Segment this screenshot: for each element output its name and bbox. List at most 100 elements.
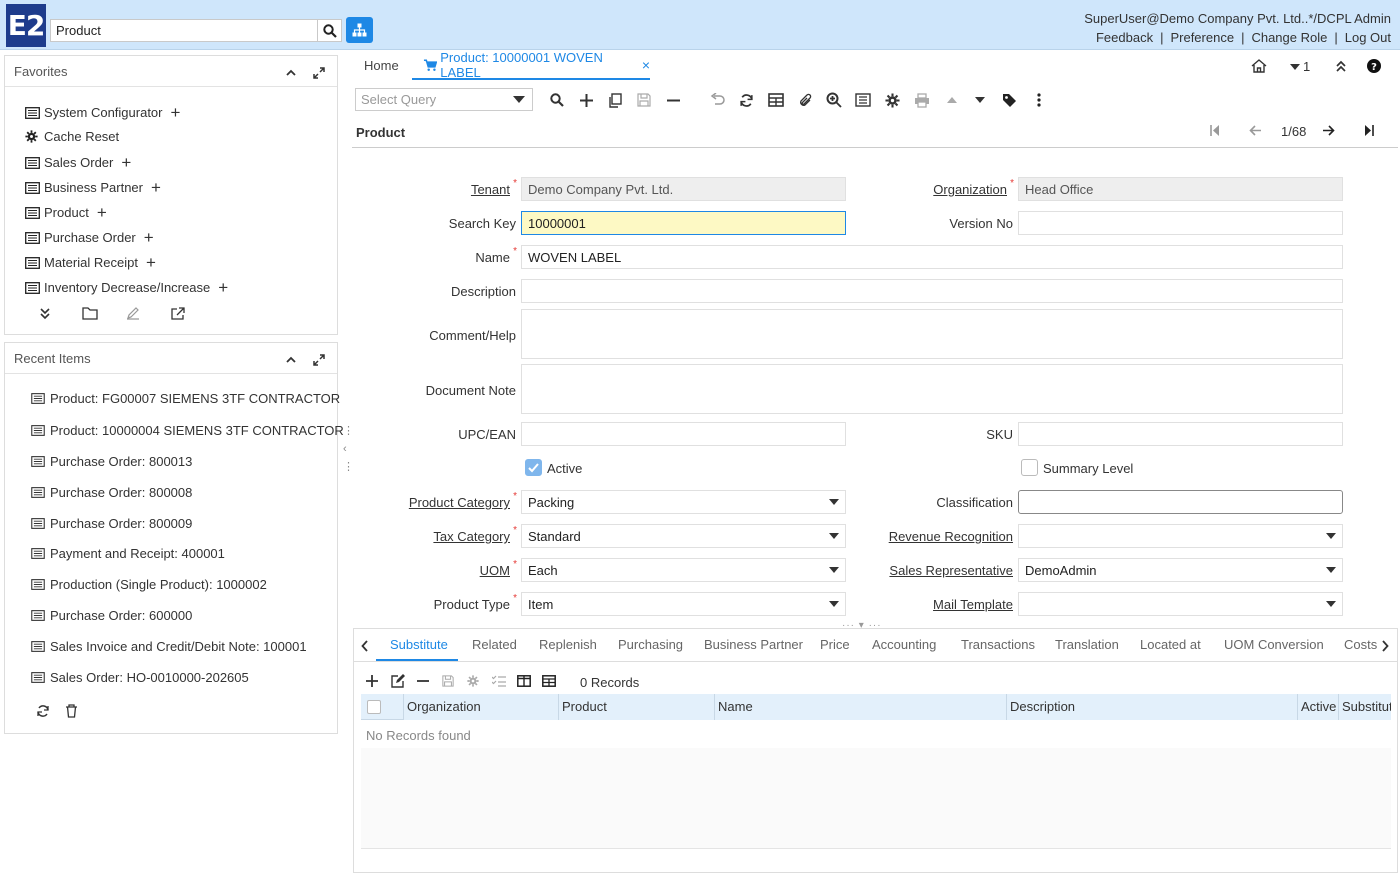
first-record-button[interactable] <box>1210 125 1220 136</box>
edit-favorites-button[interactable] <box>126 306 140 320</box>
add-favorite-plus-icon[interactable]: + <box>218 279 228 296</box>
more-actions-button[interactable] <box>1029 90 1049 110</box>
recent-item[interactable]: Product: 10000004 SIEMENS 3TF CONTRACTOR <box>31 423 344 438</box>
attachment-button[interactable] <box>795 90 815 110</box>
detail-layout-button[interactable] <box>517 675 531 687</box>
favorite-item[interactable]: Business Partner + <box>25 179 161 196</box>
process-button[interactable] <box>882 90 902 110</box>
feedback-link[interactable]: Feedback <box>1096 30 1153 45</box>
column-header[interactable]: Substitut <box>1339 694 1391 720</box>
recent-item[interactable]: Purchase Order: 600000 <box>31 608 192 623</box>
logout-link[interactable]: Log Out <box>1345 30 1391 45</box>
tab-product-window[interactable]: Product: 10000001 WOVEN LABEL × <box>412 50 650 80</box>
search-key-field[interactable]: 10000001 <box>521 211 846 235</box>
resize-handle[interactable]: ··· ▾ ··· <box>842 620 882 631</box>
find-button[interactable] <box>547 90 567 110</box>
menu-tree-button[interactable] <box>346 17 373 43</box>
help-button[interactable]: ? <box>1367 59 1381 73</box>
recent-item[interactable]: Purchase Order: 800008 <box>31 485 192 500</box>
tab-home[interactable]: Home <box>364 58 399 73</box>
column-header[interactable]: Organization <box>404 694 559 720</box>
detail-record-button[interactable] <box>970 90 990 110</box>
tabs-scroll-right[interactable] <box>1381 640 1389 652</box>
global-search-input[interactable] <box>50 19 318 42</box>
column-header[interactable]: Name <box>715 694 1007 720</box>
detail-tab[interactable]: Related <box>472 637 517 652</box>
organization-field[interactable]: Head Office <box>1018 177 1343 201</box>
recent-item[interactable]: Sales Order: HO-0010000-202605 <box>31 670 249 685</box>
document-note-field[interactable] <box>521 364 1343 414</box>
product-type-select[interactable]: Item <box>521 592 846 616</box>
select-all-checkbox[interactable] <box>367 700 381 714</box>
column-header[interactable]: Product <box>559 694 715 720</box>
detail-process-button[interactable] <box>467 675 479 687</box>
query-select[interactable]: Select Query <box>355 88 533 111</box>
close-tab-icon[interactable]: × <box>642 57 650 73</box>
recent-item[interactable]: Sales Invoice and Credit/Debit Note: 100… <box>31 639 307 654</box>
add-favorite-plus-icon[interactable]: + <box>121 154 131 171</box>
classification-field[interactable] <box>1018 490 1343 514</box>
add-favorite-plus-icon[interactable]: + <box>171 104 181 121</box>
add-favorite-plus-icon[interactable]: + <box>146 254 156 271</box>
recent-item[interactable]: Payment and Receipt: 400001 <box>31 546 225 561</box>
share-favorites-button[interactable] <box>170 306 186 320</box>
detail-tab[interactable]: Business Partner <box>704 637 803 652</box>
parent-record-button[interactable] <box>942 90 962 110</box>
clear-recent-button[interactable] <box>65 704 78 718</box>
print-button[interactable] <box>912 90 932 110</box>
detail-tab[interactable]: Located at <box>1140 637 1201 652</box>
detail-tab[interactable]: Costs <box>1344 637 1377 652</box>
collapse-recent-button[interactable] <box>284 353 298 367</box>
mail-template-select[interactable] <box>1018 592 1343 616</box>
undo-button[interactable] <box>707 90 727 110</box>
add-favorite-plus-icon[interactable]: + <box>151 179 161 196</box>
refresh-recent-button[interactable] <box>36 704 50 718</box>
favorite-item[interactable]: Inventory Decrease/Increase + <box>25 279 228 296</box>
product-category-select[interactable]: Packing <box>521 490 846 514</box>
new-folder-button[interactable] <box>82 306 98 320</box>
summary-level-checkbox[interactable] <box>1021 459 1038 476</box>
notices-button[interactable]: 1 <box>1290 59 1310 74</box>
expand-all-button[interactable] <box>38 306 52 320</box>
detail-tab[interactable]: Price <box>820 637 850 652</box>
description-field[interactable] <box>521 279 1343 303</box>
favorite-item[interactable]: Product + <box>25 204 107 221</box>
refresh-button[interactable] <box>736 90 756 110</box>
version-no-field[interactable] <box>1018 211 1343 235</box>
favorite-item[interactable]: Cache Reset <box>25 129 119 144</box>
new-record-button[interactable] <box>576 90 596 110</box>
expand-recent-button[interactable] <box>312 353 326 367</box>
expand-favorites-button[interactable] <box>312 66 326 80</box>
save-button[interactable] <box>634 90 654 110</box>
recent-item[interactable]: Production (Single Product): 1000002 <box>31 577 267 592</box>
recent-item[interactable]: Product: FG00007 SIEMENS 3TF CONTRACTOR <box>31 391 340 406</box>
detail-tab[interactable]: Translation <box>1055 637 1119 652</box>
detail-select-all-button[interactable] <box>492 675 506 687</box>
previous-record-button[interactable] <box>1249 125 1261 136</box>
detail-save-button[interactable] <box>442 675 454 687</box>
add-favorite-plus-icon[interactable]: + <box>97 204 107 221</box>
favorite-item[interactable]: System Configurator + <box>25 104 180 121</box>
detail-delete-button[interactable] <box>417 680 429 682</box>
copy-record-button[interactable] <box>605 90 625 110</box>
collapse-header-button[interactable] <box>1334 59 1348 73</box>
detail-tab[interactable]: Transactions <box>961 637 1035 652</box>
detail-new-button[interactable] <box>366 675 378 687</box>
revenue-recognition-select[interactable] <box>1018 524 1343 548</box>
comment-help-field[interactable] <box>521 309 1343 359</box>
favorite-item[interactable]: Purchase Order + <box>25 229 154 246</box>
tabs-scroll-left[interactable] <box>361 640 369 652</box>
detail-edit-button[interactable] <box>391 674 405 688</box>
upc-ean-field[interactable] <box>521 422 846 446</box>
tenant-field[interactable]: Demo Company Pvt. Ltd. <box>521 177 846 201</box>
detail-grid-button[interactable] <box>542 675 556 687</box>
column-header[interactable]: Description <box>1007 694 1298 720</box>
favorite-item[interactable]: Sales Order + <box>25 154 131 171</box>
detail-tab[interactable]: Substitute <box>390 637 448 652</box>
toggle-grid-button[interactable] <box>766 90 786 110</box>
last-record-button[interactable] <box>1364 125 1374 136</box>
sales-representative-select[interactable]: DemoAdmin <box>1018 558 1343 582</box>
home-button[interactable] <box>1251 59 1267 73</box>
delete-record-button[interactable] <box>663 90 683 110</box>
column-header[interactable]: Active <box>1298 694 1339 720</box>
